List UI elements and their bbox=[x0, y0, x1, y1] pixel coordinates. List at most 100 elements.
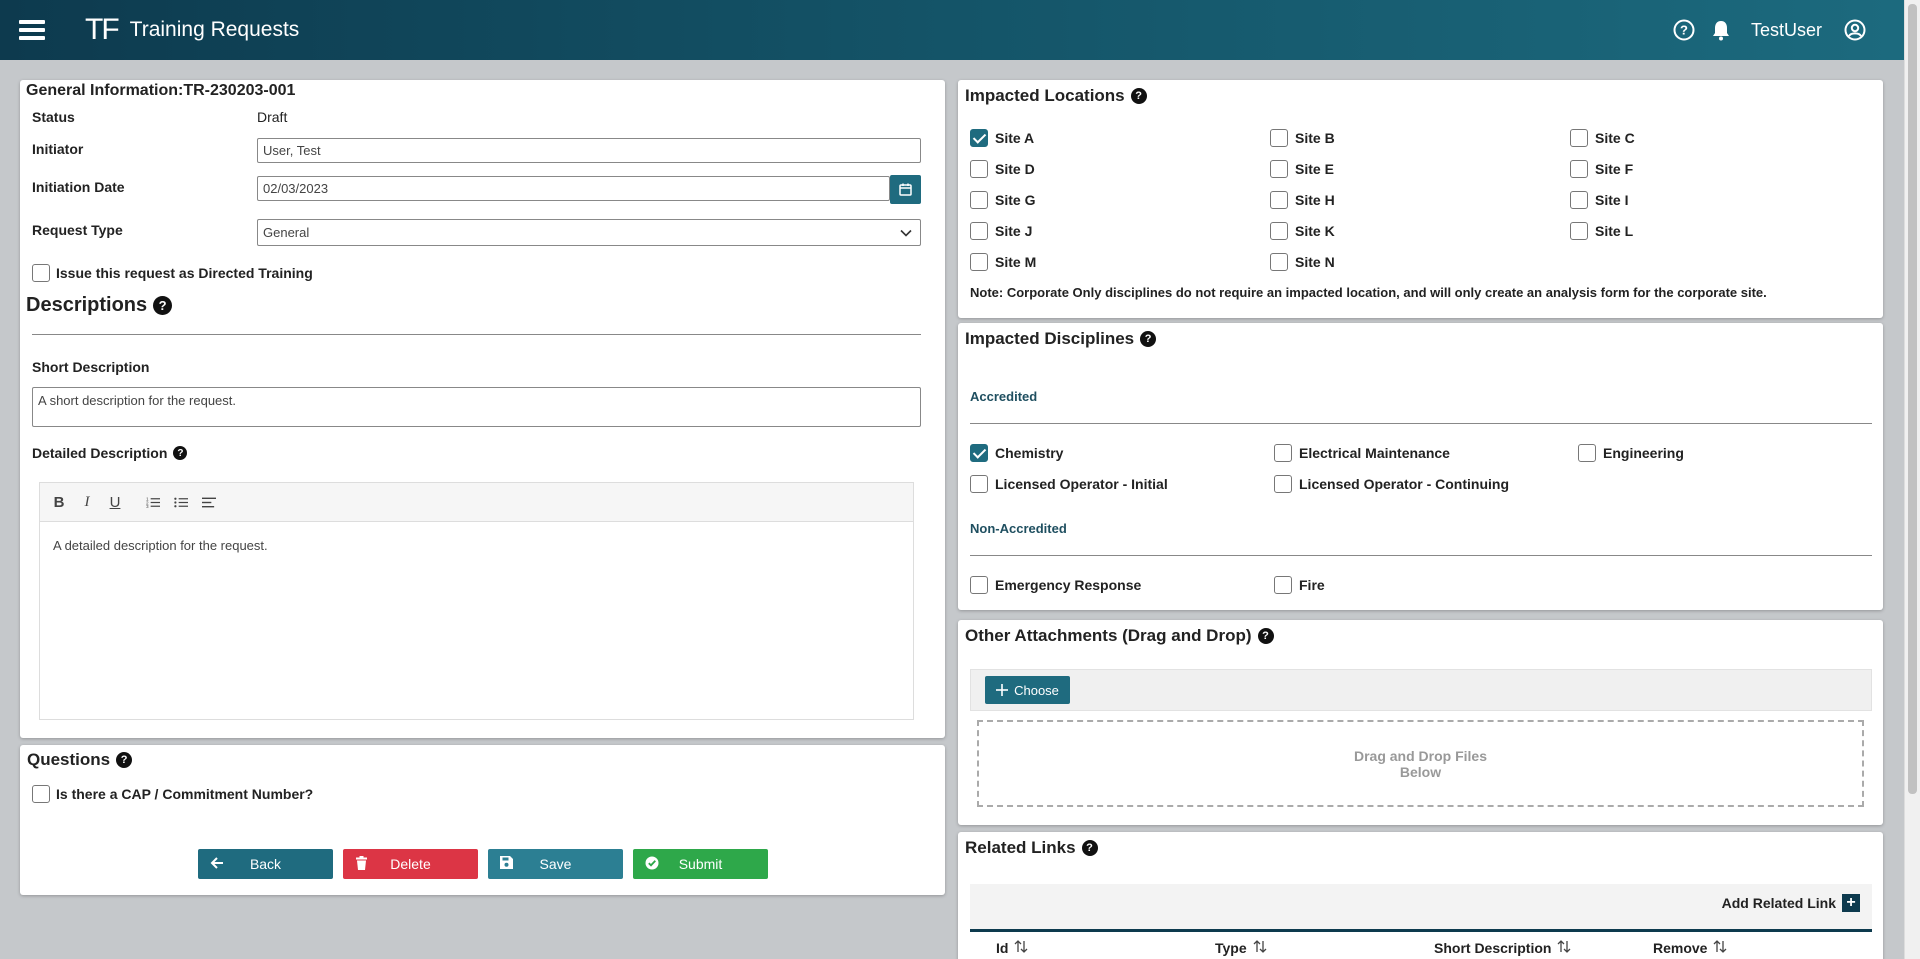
choose-label: Choose bbox=[1014, 682, 1059, 698]
delete-button[interactable]: Delete bbox=[343, 849, 478, 879]
svg-text:3: 3 bbox=[146, 504, 149, 509]
request-type-select[interactable]: General bbox=[257, 219, 921, 246]
menu-icon[interactable] bbox=[19, 20, 45, 40]
site-checkbox-site-l[interactable] bbox=[1570, 222, 1588, 240]
editor-toolbar: B I U 123 bbox=[40, 483, 913, 522]
bold-icon[interactable]: B bbox=[52, 493, 66, 511]
status-value: Draft bbox=[257, 109, 288, 125]
user-account-icon[interactable] bbox=[1844, 19, 1866, 41]
discipline-checkbox-engineering[interactable] bbox=[1578, 444, 1596, 462]
help-icon[interactable]: ? bbox=[1081, 840, 1098, 856]
accredited-subheading: Accredited bbox=[970, 389, 1038, 404]
sort-icon[interactable] bbox=[1557, 940, 1571, 956]
impacted-locations-heading: Impacted Locations ? bbox=[965, 86, 1147, 106]
site-checkbox-site-j[interactable] bbox=[970, 222, 988, 240]
floppy-disk-icon bbox=[500, 856, 513, 869]
editor-content[interactable]: A detailed description for the request. bbox=[40, 522, 913, 569]
bell-icon[interactable] bbox=[1711, 19, 1731, 41]
app-logo: TF bbox=[85, 13, 120, 46]
sort-icon[interactable] bbox=[1713, 940, 1727, 956]
detailed-description-label: Detailed Description bbox=[32, 445, 168, 461]
column-header-type[interactable]: Type bbox=[1215, 940, 1267, 956]
initiation-date-field[interactable]: 02/03/2023 bbox=[257, 176, 890, 201]
site-label: Site G bbox=[995, 192, 1036, 208]
related-links-panel: Related Links ? Add Related Link + Id Typ… bbox=[958, 832, 1883, 959]
discipline-checkbox-electrical-maintenance[interactable] bbox=[1274, 444, 1292, 462]
help-icon[interactable]: ? bbox=[1140, 331, 1157, 347]
sort-icon[interactable] bbox=[1014, 940, 1028, 956]
column-header-remove[interactable]: Remove bbox=[1653, 940, 1727, 956]
status-label: Status bbox=[32, 109, 75, 125]
short-description-field[interactable]: A short description for the request. bbox=[32, 387, 921, 427]
initiator-field[interactable]: User, Test bbox=[257, 138, 921, 163]
file-upload-toolbar: Choose bbox=[970, 669, 1872, 711]
questions-heading: Questions ? bbox=[27, 750, 133, 770]
svg-text:?: ? bbox=[1680, 23, 1688, 38]
username-label[interactable]: TestUser bbox=[1751, 20, 1822, 41]
column-header-id[interactable]: Id bbox=[996, 940, 1028, 956]
site-checkbox-site-b[interactable] bbox=[1270, 129, 1288, 147]
site-checkbox-site-n[interactable] bbox=[1270, 253, 1288, 271]
discipline-checkbox-licensed-operator-continuing[interactable] bbox=[1274, 475, 1292, 493]
general-information-panel: General Information:TR-230203-001 Status… bbox=[20, 80, 945, 738]
site-checkbox-site-i[interactable] bbox=[1570, 191, 1588, 209]
underline-icon[interactable]: U bbox=[108, 493, 122, 511]
site-checkbox-site-m[interactable] bbox=[970, 253, 988, 271]
request-type-label: Request Type bbox=[32, 222, 123, 238]
site-checkbox-site-f[interactable] bbox=[1570, 160, 1588, 178]
back-button[interactable]: Back bbox=[198, 849, 333, 879]
site-checkbox-site-c[interactable] bbox=[1570, 129, 1588, 147]
scrollbar-thumb[interactable] bbox=[1908, 4, 1917, 794]
vertical-scrollbar[interactable] bbox=[1904, 0, 1920, 959]
impacted-disciplines-title: Impacted Disciplines bbox=[965, 329, 1135, 348]
save-button[interactable]: Save bbox=[488, 849, 623, 879]
cap-number-checkbox[interactable] bbox=[32, 785, 50, 803]
ordered-list-icon[interactable]: 123 bbox=[146, 493, 160, 511]
calendar-button[interactable] bbox=[890, 175, 921, 204]
impacted-locations-panel: Impacted Locations ? Site A Site B Site C S… bbox=[958, 80, 1883, 318]
site-label: Site F bbox=[1595, 161, 1634, 177]
discipline-checkbox-licensed-operator-initial[interactable] bbox=[970, 475, 988, 493]
submit-button[interactable]: Submit bbox=[633, 849, 768, 879]
attachments-panel: Other Attachments (Drag and Drop) ? Choo… bbox=[958, 620, 1883, 825]
add-related-link-button[interactable]: Add Related Link + bbox=[1722, 894, 1860, 912]
divider bbox=[32, 334, 921, 335]
sort-icon[interactable] bbox=[1253, 940, 1267, 956]
discipline-checkbox-fire[interactable] bbox=[1274, 576, 1292, 594]
discipline-label: Electrical Maintenance bbox=[1299, 445, 1450, 461]
site-checkbox-site-k[interactable] bbox=[1270, 222, 1288, 240]
directed-training-checkbox[interactable] bbox=[32, 264, 50, 282]
calendar-icon bbox=[899, 183, 912, 196]
top-app-bar: TF Training Requests ? TestUser bbox=[0, 0, 1904, 60]
related-links-table-header: Add Related Link + bbox=[970, 884, 1872, 932]
discipline-checkbox-emergency-response[interactable] bbox=[970, 576, 988, 594]
site-checkbox-site-d[interactable] bbox=[970, 160, 988, 178]
bullet-list-icon[interactable] bbox=[174, 493, 188, 511]
plus-icon bbox=[996, 684, 1009, 696]
rich-text-editor[interactable]: B I U 123 A detailed description for the… bbox=[39, 482, 914, 720]
site-checkbox-site-h[interactable] bbox=[1270, 191, 1288, 209]
discipline-checkbox-chemistry[interactable] bbox=[970, 444, 988, 462]
discipline-label: Licensed Operator - Initial bbox=[995, 476, 1168, 492]
help-icon[interactable]: ? bbox=[1130, 88, 1147, 104]
site-checkbox-site-g[interactable] bbox=[970, 191, 988, 209]
column-header-short-description[interactable]: Short Description bbox=[1434, 940, 1571, 956]
italic-icon[interactable]: I bbox=[80, 493, 94, 511]
align-icon[interactable] bbox=[202, 493, 216, 511]
site-checkbox-site-e[interactable] bbox=[1270, 160, 1288, 178]
cap-number-label: Is there a CAP / Commitment Number? bbox=[56, 786, 314, 802]
column-header-label: Remove bbox=[1653, 940, 1708, 956]
file-drop-zone[interactable]: Drag and Drop Files Below bbox=[977, 720, 1864, 807]
help-icon[interactable]: ? bbox=[1257, 628, 1274, 644]
descriptions-heading: Descriptions ? bbox=[26, 294, 173, 317]
choose-file-button[interactable]: Choose bbox=[985, 676, 1070, 704]
help-icon[interactable]: ? bbox=[116, 752, 133, 768]
site-checkbox-site-a[interactable] bbox=[970, 129, 988, 147]
add-related-link-label: Add Related Link bbox=[1721, 895, 1836, 911]
help-icon[interactable]: ? bbox=[173, 446, 188, 460]
help-icon[interactable]: ? bbox=[1673, 19, 1695, 41]
page-title: Training Requests bbox=[129, 18, 300, 41]
site-label: Site D bbox=[995, 161, 1035, 177]
help-icon[interactable]: ? bbox=[153, 296, 173, 315]
discipline-label: Chemistry bbox=[995, 445, 1064, 461]
